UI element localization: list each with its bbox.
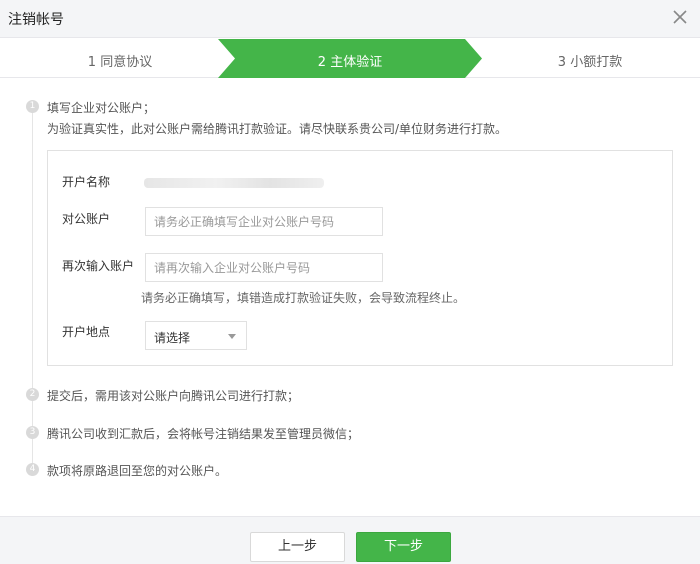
- dialog-titlebar: 注销帐号: [0, 0, 700, 38]
- instruction-2: 提交后，需用该对公账户向腾讯公司进行打款；: [47, 389, 300, 403]
- previous-step-button[interactable]: 上一步: [250, 532, 345, 562]
- location-select[interactable]: 请选择: [145, 321, 247, 350]
- step-subject-verification: 2 主体验证: [317, 55, 383, 70]
- step-number-4: 4: [26, 463, 39, 476]
- dialog-title: 注销帐号: [8, 12, 64, 28]
- dialog-content: 1 填写企业对公账户； 为验证真实性，此对公账户需给腾讯打款验证。请尽快联系贵公…: [0, 78, 700, 516]
- timeline-line: [32, 112, 33, 468]
- account-hint: 请务必正确填写，填错造成打款验证失败，会导致流程终止。: [141, 291, 466, 305]
- dialog-footer: 上一步 下一步: [0, 516, 700, 564]
- confirm-account-label: 再次输入账户: [62, 259, 135, 273]
- next-step-button[interactable]: 下一步: [356, 532, 451, 562]
- cancel-account-dialog: 注销帐号 1 同意协议 2 主体验证 3 小额打款 1 填写企业对公账户； 为验…: [0, 0, 700, 564]
- instruction-1-title: 填写企业对公账户；: [47, 101, 156, 115]
- step-number-1: 1: [26, 100, 39, 113]
- location-label: 开户地点: [62, 325, 111, 339]
- account-number-input[interactable]: [145, 207, 383, 236]
- confirm-account-input[interactable]: [145, 253, 383, 282]
- instruction-3: 腾讯公司收到汇款后，会将帐号注销结果发至管理员微信；: [47, 427, 360, 441]
- account-name-label: 开户名称: [62, 175, 111, 189]
- step-agree-protocol: 1 同意协议: [87, 55, 153, 70]
- step-small-payment: 3 小额打款: [557, 55, 623, 70]
- step-number-2: 2: [26, 388, 39, 401]
- location-select-value: 请选择: [154, 331, 191, 345]
- account-label: 对公账户: [62, 212, 111, 226]
- instruction-4: 款项将原路退回至您的对公账户。: [47, 464, 228, 478]
- close-icon[interactable]: [669, 6, 691, 28]
- step-indicator: 1 同意协议 2 主体验证 3 小额打款: [0, 39, 700, 78]
- account-name-value: [144, 178, 324, 188]
- step-number-3: 3: [26, 426, 39, 439]
- bank-account-form: 开户名称 对公账户 再次输入账户 请务必正确填写，填错造成打款验证失败，会导致流…: [47, 150, 673, 366]
- chevron-down-icon: [228, 334, 236, 339]
- instruction-1-detail: 为验证真实性，此对公账户需给腾讯打款验证。请尽快联系贵公司/单位财务进行打款。: [47, 122, 508, 136]
